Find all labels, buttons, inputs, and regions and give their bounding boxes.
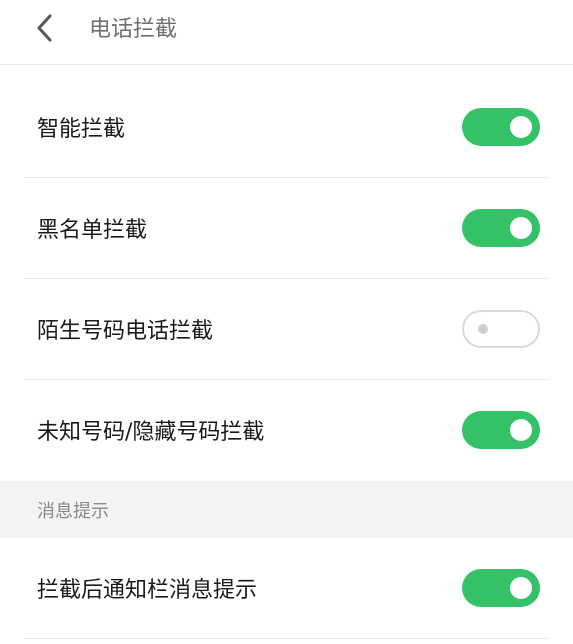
section-header-notifications: 消息提示 <box>0 481 573 538</box>
setting-row-blacklist-block: 黑名单拦截 <box>0 178 573 278</box>
notification-after-block-toggle[interactable] <box>462 569 540 607</box>
setting-row-unknown-number-block: 未知号码/隐藏号码拦截 <box>0 380 573 480</box>
top-bar: 电话拦截 <box>0 0 573 65</box>
stranger-call-block-toggle[interactable] <box>462 310 540 348</box>
smart-block-toggle[interactable] <box>462 108 540 146</box>
setting-label: 拦截后通知栏消息提示 <box>37 578 258 603</box>
blacklist-block-toggle[interactable] <box>462 209 540 247</box>
setting-label: 陌生号码电话拦截 <box>37 319 214 344</box>
setting-label: 未知号码/隐藏号码拦截 <box>37 420 265 445</box>
section-title: 消息提示 <box>37 500 109 522</box>
setting-label: 黑名单拦截 <box>37 218 148 243</box>
setting-row-notification-after-block: 拦截后通知栏消息提示 <box>0 538 573 638</box>
back-button[interactable] <box>26 12 62 48</box>
unknown-number-block-toggle[interactable] <box>462 411 540 449</box>
setting-row-stranger-call-block: 陌生号码电话拦截 <box>0 279 573 379</box>
page-title: 电话拦截 <box>89 17 178 42</box>
setting-row-smart-block: 智能拦截 <box>0 77 573 177</box>
divider <box>24 638 549 639</box>
chevron-left-icon <box>34 13 54 47</box>
setting-label: 智能拦截 <box>37 117 126 142</box>
